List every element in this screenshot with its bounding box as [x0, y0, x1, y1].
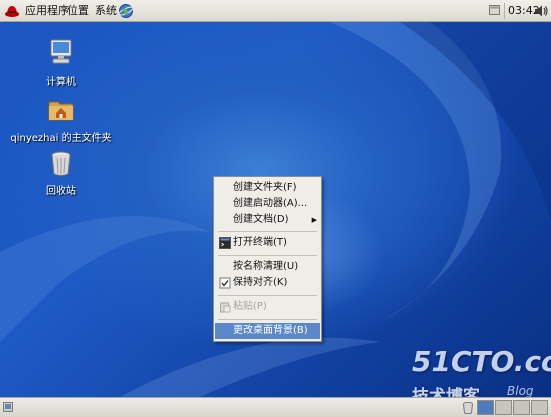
- desktop-icon-computer[interactable]: 计算机: [36, 38, 86, 88]
- workspace-3[interactable]: [513, 400, 530, 415]
- terminal-icon: [219, 237, 231, 249]
- home-folder-icon: [48, 101, 74, 121]
- menu-item-create-launcher[interactable]: 创建启动器(A)...: [215, 196, 320, 212]
- desktop-icon-home[interactable]: qinyezhai 的主文件夹: [8, 94, 114, 144]
- trash-applet-icon[interactable]: [462, 401, 474, 414]
- trash-icon: [51, 151, 71, 176]
- menu-item-clean-up-by-name[interactable]: 按名称清理(U): [215, 259, 320, 275]
- volume-icon[interactable]: [533, 3, 549, 19]
- top-panel: 应用程序 位置 系统 03:42: [0, 0, 551, 22]
- desktop-icon-trash[interactable]: 回收站: [36, 149, 86, 197]
- panel-separator: [504, 3, 505, 19]
- menu-places[interactable]: 位置: [64, 3, 92, 19]
- menu-item-create-document[interactable]: 创建文档(D) ▶: [215, 212, 320, 228]
- redhat-icon[interactable]: [4, 3, 20, 19]
- menu-separator: [218, 231, 317, 232]
- menu-item-open-terminal[interactable]: 打开终端(T): [215, 235, 320, 251]
- watermark-blog: Blog: [507, 384, 534, 397]
- show-desktop-icon[interactable]: [3, 402, 13, 412]
- workspace-1[interactable]: [477, 400, 494, 415]
- watermark-51cto: 51CTO.com: [412, 345, 551, 378]
- checkbox-checked-icon: [219, 277, 231, 289]
- paste-icon: [220, 302, 231, 313]
- workspace-2[interactable]: [495, 400, 512, 415]
- desktop[interactable]: 计算机 qinyezhai 的主文件夹 回收站 51CTO.com 技术博客 B…: [0, 22, 551, 397]
- tray-icon[interactable]: [489, 5, 500, 15]
- desktop-icon-label: 计算机: [46, 77, 76, 88]
- menu-item-create-folder[interactable]: 创建文件夹(F): [215, 180, 320, 196]
- workspace-4[interactable]: [531, 400, 548, 415]
- menu-separator: [218, 295, 317, 296]
- menu-item-keep-aligned[interactable]: 保持对齐(K): [215, 275, 320, 291]
- menu-separator: [218, 319, 317, 320]
- bottom-panel: [0, 397, 551, 417]
- web-browser-icon[interactable]: [118, 3, 134, 19]
- desktop-context-menu: 创建文件夹(F) 创建启动器(A)... 创建文档(D) ▶ 打开终端(T) 按…: [213, 176, 322, 342]
- menu-item-paste: 粘贴(P): [215, 299, 320, 315]
- watermark-tech-blog: 技术博客: [412, 387, 480, 397]
- submenu-arrow-icon: ▶: [311, 216, 317, 224]
- computer-icon: [50, 39, 72, 64]
- desktop-icon-label: qinyezhai 的主文件夹: [10, 133, 112, 144]
- menu-separator: [218, 255, 317, 256]
- menu-system[interactable]: 系统: [92, 3, 120, 19]
- menu-item-change-background[interactable]: 更改桌面背景(B): [215, 323, 320, 339]
- desktop-icon-label: 回收站: [46, 186, 76, 197]
